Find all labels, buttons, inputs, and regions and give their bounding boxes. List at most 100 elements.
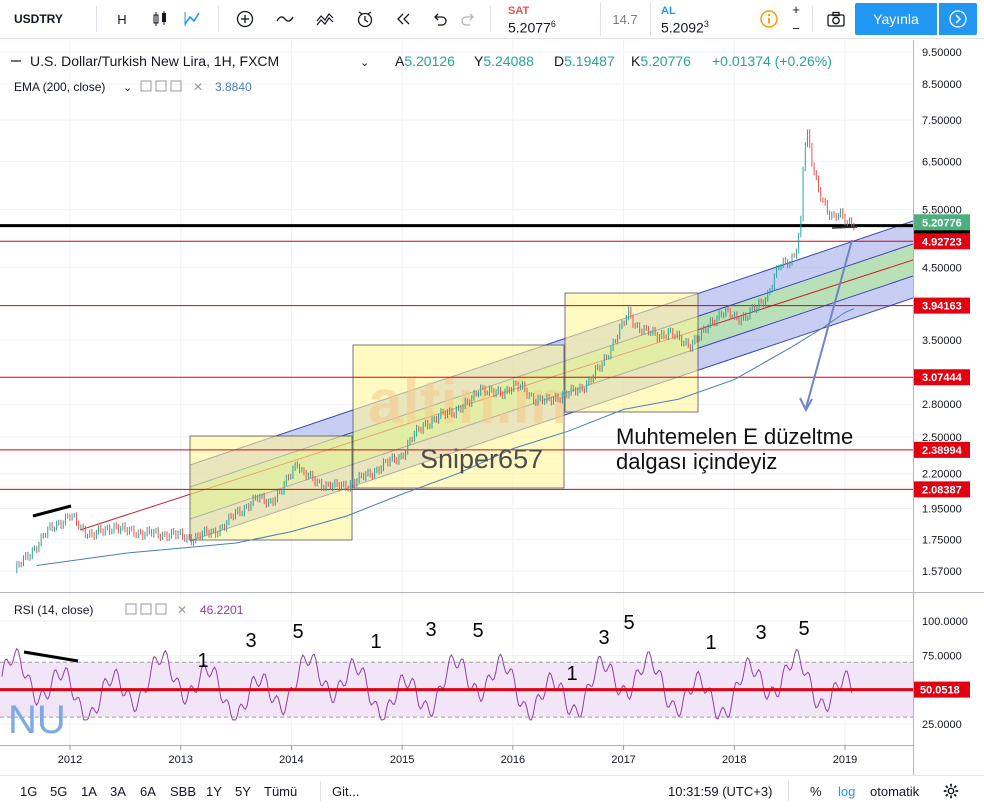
buy-button[interactable]: AL 5.20923: [650, 2, 751, 36]
price-tick-label: 9.50000: [922, 47, 962, 59]
quantity-plus-button[interactable]: +: [786, 0, 806, 19]
ema-legend-value: 3.8840: [215, 80, 252, 94]
range-6m[interactable]: 6A: [140, 776, 156, 806]
info-icon[interactable]: [754, 0, 784, 38]
price-tick-label: 1.75000: [922, 535, 962, 547]
wave-box: [564, 292, 699, 413]
trendline: [831, 226, 858, 229]
wave-annotation-line1: Muhtemelen E düzeltme: [616, 424, 853, 449]
level-tag: 2.08387: [922, 484, 962, 496]
wave-annotation-line2: dalgası içindeyiz: [616, 449, 777, 474]
range-ytd[interactable]: SBB: [170, 776, 196, 806]
line-style-icon[interactable]: [268, 0, 302, 38]
price-tick-label: 6.50000: [922, 156, 962, 168]
price-tick-label: 1.95000: [922, 504, 962, 516]
ohlc-close: K5.20776: [631, 53, 691, 69]
range-1y[interactable]: 1Y: [206, 776, 222, 806]
clock-readout[interactable]: 10:31:59 (UTC+3): [668, 776, 772, 806]
price-tick-label: 3.50000: [922, 335, 962, 347]
ohlc-high: Y5.24088: [474, 53, 534, 69]
rsi-corner-label: NU: [8, 698, 66, 742]
candle-style-icon[interactable]: [144, 0, 176, 38]
buy-label: AL: [661, 5, 676, 17]
bottom-divider: [320, 781, 321, 801]
goto-date-button[interactable]: Git...: [332, 776, 359, 806]
range-5y[interactable]: 5Y: [235, 776, 251, 806]
rsi-axis[interactable]: 100.000075.000050.000025.0000: [922, 616, 968, 731]
rsi-wave-label: 5: [798, 618, 809, 640]
log-toggle[interactable]: log: [838, 776, 855, 806]
publish-menu-button[interactable]: [939, 3, 977, 35]
replay-icon[interactable]: [388, 0, 418, 38]
publish-button[interactable]: Yayınla: [855, 3, 937, 35]
author-annotation: Sniper657: [420, 444, 543, 474]
time-tick-label: 2012: [58, 754, 82, 766]
auto-scale-toggle[interactable]: otomatik: [870, 776, 919, 806]
indicators-icon[interactable]: [176, 0, 208, 38]
level-tag: 3.94163: [922, 301, 962, 313]
range-1d[interactable]: 1G: [20, 776, 37, 806]
sell-button[interactable]: SAT 5.20776: [498, 2, 601, 36]
toolbar-divider: [218, 6, 219, 32]
camera-icon[interactable]: [820, 0, 852, 38]
rsi-wave-label: 3: [755, 622, 766, 644]
ohlc-low: D5.19487: [554, 53, 615, 69]
settings-icon[interactable]: [942, 776, 960, 806]
bottom-divider: [788, 781, 789, 801]
time-axis[interactable]: 2012 2013 2014 2015 2016 2017 2018 2019: [58, 745, 857, 766]
time-tick-label: 2017: [611, 754, 635, 766]
chevron-down-icon[interactable]: ⌄: [360, 57, 369, 69]
add-compare-icon[interactable]: [228, 0, 262, 38]
price-tick-label: 8.50000: [922, 79, 962, 91]
toolbar-divider: [96, 6, 97, 32]
percent-toggle[interactable]: %: [810, 776, 822, 806]
top-toolbar: USDTRY H SAT 5.20776 14.7 AL 5.20923 + −: [0, 0, 984, 39]
remove-icon[interactable]: ✕: [177, 603, 187, 617]
price-tick-label: 2.80000: [922, 399, 962, 411]
rsi-legend-label: RSI (14, close): [14, 603, 93, 617]
spread-value: 14.7: [612, 11, 638, 27]
range-5d[interactable]: 5G: [50, 776, 67, 806]
toolbar-divider: [812, 6, 813, 32]
interval-button[interactable]: H: [106, 0, 138, 38]
time-tick-label: 2013: [168, 754, 192, 766]
ohlc-change: +0.01374 (+0.26%): [712, 53, 832, 69]
level-tag: 3.07444: [922, 372, 963, 384]
range-3m[interactable]: 3A: [110, 776, 126, 806]
wave-box: [189, 435, 353, 541]
price-tick-label: 4.50000: [922, 262, 962, 274]
rsi-wave-label: 1: [370, 631, 381, 653]
alert-clock-icon[interactable]: [348, 0, 382, 38]
price-tick-label: 2.20000: [922, 469, 962, 481]
remove-icon[interactable]: ✕: [193, 80, 203, 94]
symbol-search[interactable]: USDTRY: [0, 0, 96, 38]
chart-area[interactable]: altin.in Sniper657 Muhtemelen E düzeltme…: [0, 39, 984, 775]
chevron-down-icon[interactable]: ⌄: [123, 82, 132, 94]
rsi-wave-label: 3: [598, 627, 609, 649]
level-tag: 4.92723: [922, 236, 962, 248]
rsi-tick-label: 75.0000: [922, 650, 962, 662]
redo-icon[interactable]: [454, 0, 484, 38]
time-tick-label: 2016: [501, 754, 525, 766]
range-1m[interactable]: 1A: [81, 776, 97, 806]
rsi-wave-label: 5: [292, 621, 303, 643]
time-tick-label: 2018: [722, 754, 746, 766]
level-tag: 2.38994: [922, 445, 963, 457]
instrument-title: U.S. Dollar/Turkish New Lira, 1H, FXCM: [30, 53, 279, 69]
rsi-wave-label: 3: [245, 630, 256, 652]
sell-price: 5.20776: [508, 19, 556, 36]
current-price-tag: 5.20776: [922, 217, 962, 229]
rsi-wave-label: 5: [472, 620, 483, 642]
sell-label: SAT: [508, 5, 530, 17]
quantity-minus-button[interactable]: −: [786, 19, 806, 38]
templates-icon[interactable]: [308, 0, 342, 38]
undo-icon[interactable]: [424, 0, 454, 38]
rsi-wave-label: 3: [425, 619, 436, 641]
price-tick-label: 7.50000: [922, 115, 962, 127]
time-tick-label: 2014: [279, 754, 303, 766]
rsi-tick-label: 100.0000: [922, 616, 968, 628]
range-all[interactable]: Tümü: [264, 776, 297, 806]
time-tick-label: 2019: [833, 754, 857, 766]
rsi-legend-value: 46.2201: [200, 603, 244, 617]
rsi-wave-label: 5: [623, 612, 634, 634]
